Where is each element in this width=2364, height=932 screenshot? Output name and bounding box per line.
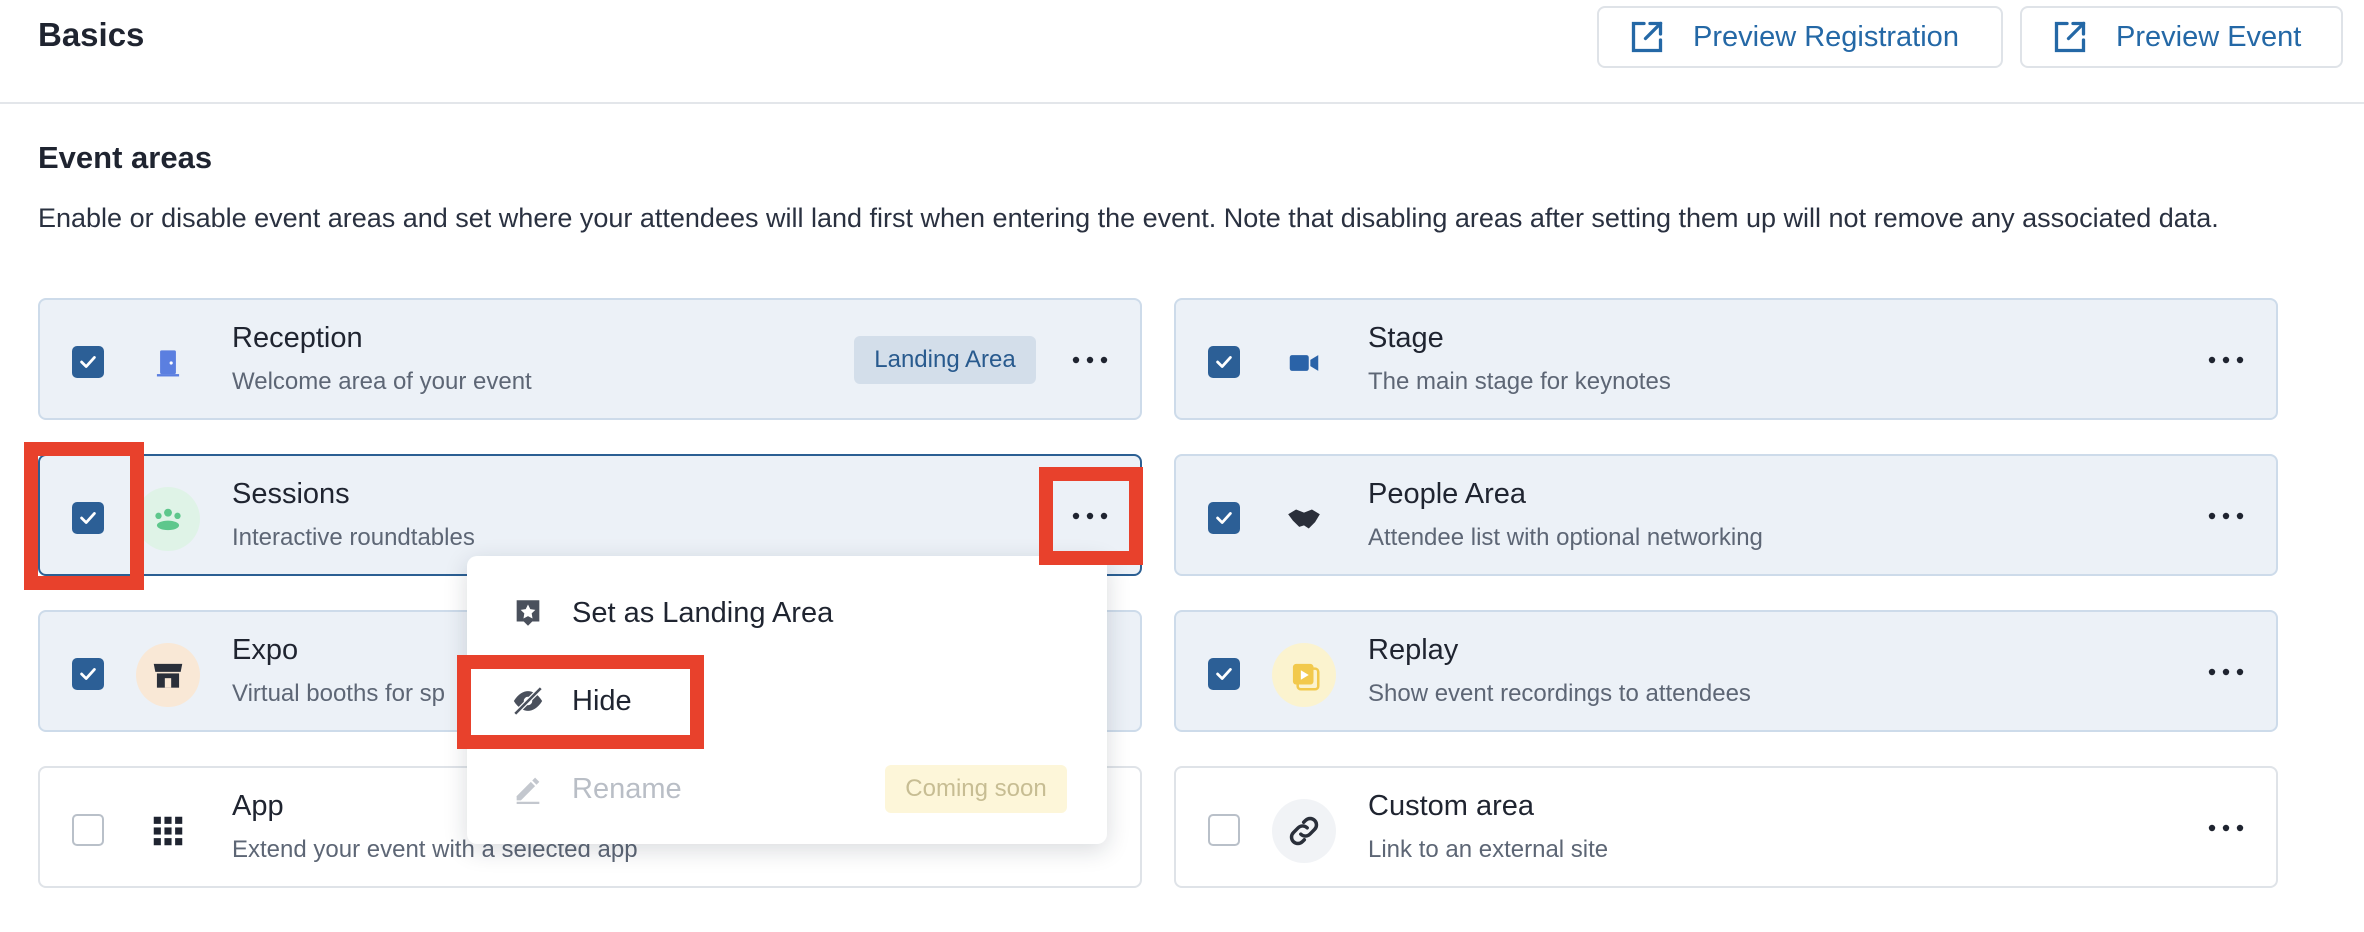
area-description: Link to an external site — [1368, 836, 1609, 863]
top-bar: Basics Preview Registration Preview Even… — [0, 0, 2364, 104]
booth-icon — [136, 643, 200, 707]
area-card-people[interactable]: People Area Attendee list with optional … — [1174, 454, 2278, 576]
coming-soon-badge: Coming soon — [885, 765, 1067, 813]
area-card-reception[interactable]: Reception Welcome area of your event Lan… — [38, 298, 1142, 420]
more-dots-icon — [2208, 668, 2244, 676]
replay-checkbox[interactable] — [1208, 658, 1240, 690]
area-context-menu: Set as Landing Area Hide Rename Coming s… — [467, 556, 1107, 844]
more-dots-icon — [2208, 512, 2244, 520]
area-description: Show event recordings to attendees — [1368, 680, 1751, 707]
more-dots-icon — [1072, 512, 1108, 520]
area-name: Stage — [1368, 322, 1444, 354]
rename-menu-item: Rename Coming soon — [467, 749, 1107, 829]
sessions-checkbox[interactable] — [72, 502, 104, 534]
more-dots-icon — [2208, 824, 2244, 832]
area-description: The main stage for keynotes — [1368, 368, 1671, 395]
section-description: Enable or disable event areas and set wh… — [38, 203, 2219, 233]
external-link-icon — [2054, 21, 2086, 53]
check-icon — [1216, 668, 1232, 680]
stage-checkbox[interactable] — [1208, 346, 1240, 378]
more-dots-icon — [2208, 356, 2244, 364]
check-icon — [80, 356, 96, 368]
check-icon — [80, 668, 96, 680]
handshake-icon — [1272, 487, 1336, 551]
page-title: Basics — [38, 16, 145, 53]
group-icon — [136, 487, 200, 551]
area-card-custom[interactable]: Custom area Link to an external site — [1174, 766, 2278, 888]
reception-more-button[interactable] — [1068, 340, 1112, 380]
people-more-button[interactable] — [2204, 496, 2248, 536]
rename-label: Rename — [572, 772, 682, 805]
area-name: People Area — [1368, 478, 1527, 510]
external-link-icon — [1631, 21, 1663, 53]
preview-registration-label: Preview Registration — [1693, 20, 1959, 53]
check-icon — [1216, 512, 1232, 524]
custom-checkbox[interactable] — [1208, 814, 1240, 846]
area-description: Attendee list with optional networking — [1368, 524, 1763, 551]
area-name: Reception — [232, 322, 363, 354]
link-icon — [1272, 799, 1336, 863]
landing-area-badge: Landing Area — [854, 336, 1036, 384]
custom-more-button[interactable] — [2204, 808, 2248, 848]
area-name: Replay — [1368, 634, 1459, 666]
hide-menu-item[interactable]: Hide — [467, 661, 1107, 741]
area-name: Expo — [232, 634, 299, 666]
replay-more-button[interactable] — [2204, 652, 2248, 692]
check-icon — [1216, 356, 1232, 368]
expo-checkbox[interactable] — [72, 658, 104, 690]
preview-event-button[interactable]: Preview Event — [2020, 6, 2343, 68]
sessions-more-button[interactable] — [1068, 496, 1112, 536]
preview-registration-button[interactable]: Preview Registration — [1597, 6, 2003, 68]
app-checkbox[interactable] — [72, 814, 104, 846]
replay-icon — [1272, 643, 1336, 707]
area-card-replay[interactable]: Replay Show event recordings to attendee… — [1174, 610, 2278, 732]
eye-off-icon — [513, 686, 543, 716]
video-camera-icon — [1272, 331, 1336, 395]
pencil-icon — [516, 777, 540, 805]
area-description: Virtual booths for sp — [232, 680, 446, 707]
preview-event-label: Preview Event — [2116, 20, 2302, 53]
landing-pin-icon — [516, 600, 540, 626]
reception-checkbox[interactable] — [72, 346, 104, 378]
people-checkbox[interactable] — [1208, 502, 1240, 534]
more-dots-icon — [1072, 356, 1108, 364]
stage-more-button[interactable] — [2204, 340, 2248, 380]
area-card-stage[interactable]: Stage The main stage for keynotes — [1174, 298, 2278, 420]
area-description: Welcome area of your event — [232, 368, 532, 395]
door-icon — [136, 331, 200, 395]
area-name: Custom area — [1368, 790, 1535, 822]
grid-icon — [136, 799, 200, 863]
set-landing-area-menu-item[interactable]: Set as Landing Area — [467, 573, 1107, 653]
area-name: Sessions — [232, 478, 350, 510]
check-icon — [80, 512, 96, 524]
set-landing-area-label: Set as Landing Area — [572, 596, 834, 629]
area-name: App — [232, 790, 284, 822]
section-title: Event areas — [38, 140, 213, 175]
hide-label: Hide — [572, 684, 632, 717]
area-description: Interactive roundtables — [232, 524, 475, 551]
